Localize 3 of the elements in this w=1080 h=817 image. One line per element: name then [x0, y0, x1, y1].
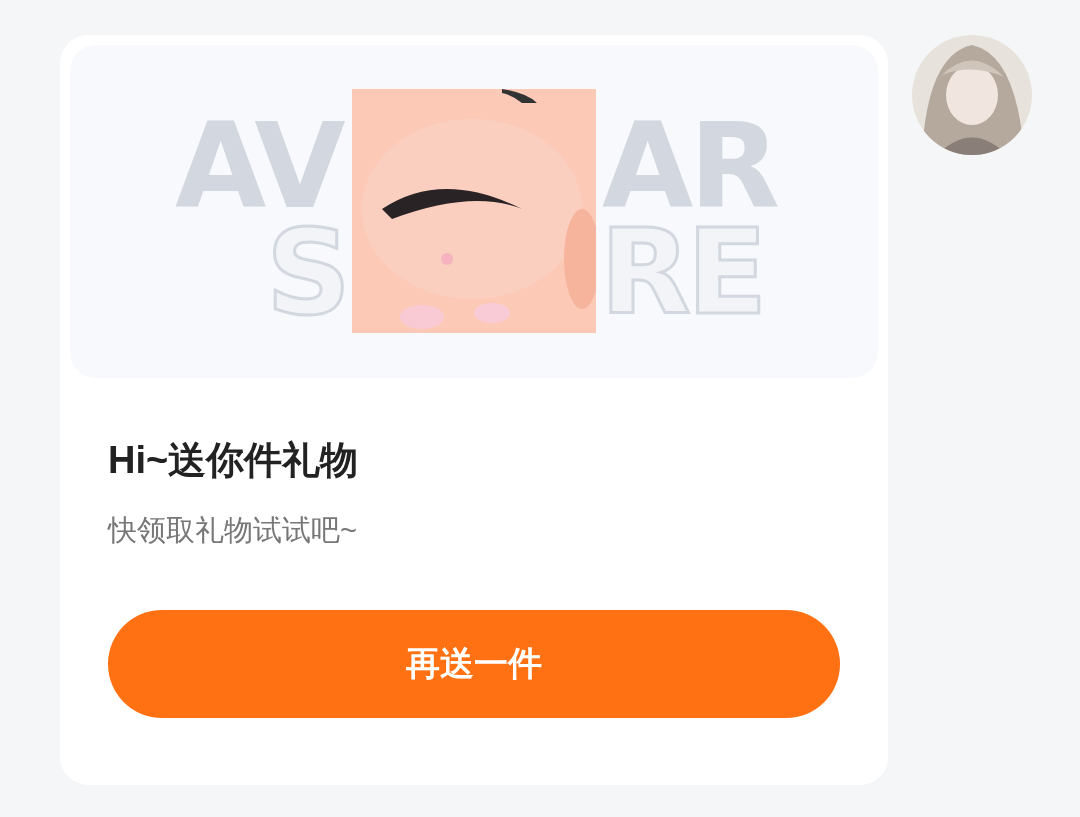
message-title: Hi~送你件礼物 [108, 438, 360, 483]
message-text: 快领取礼物试试吧~ [108, 513, 358, 548]
send-again-button[interactable]: 再送一件 [108, 610, 840, 718]
